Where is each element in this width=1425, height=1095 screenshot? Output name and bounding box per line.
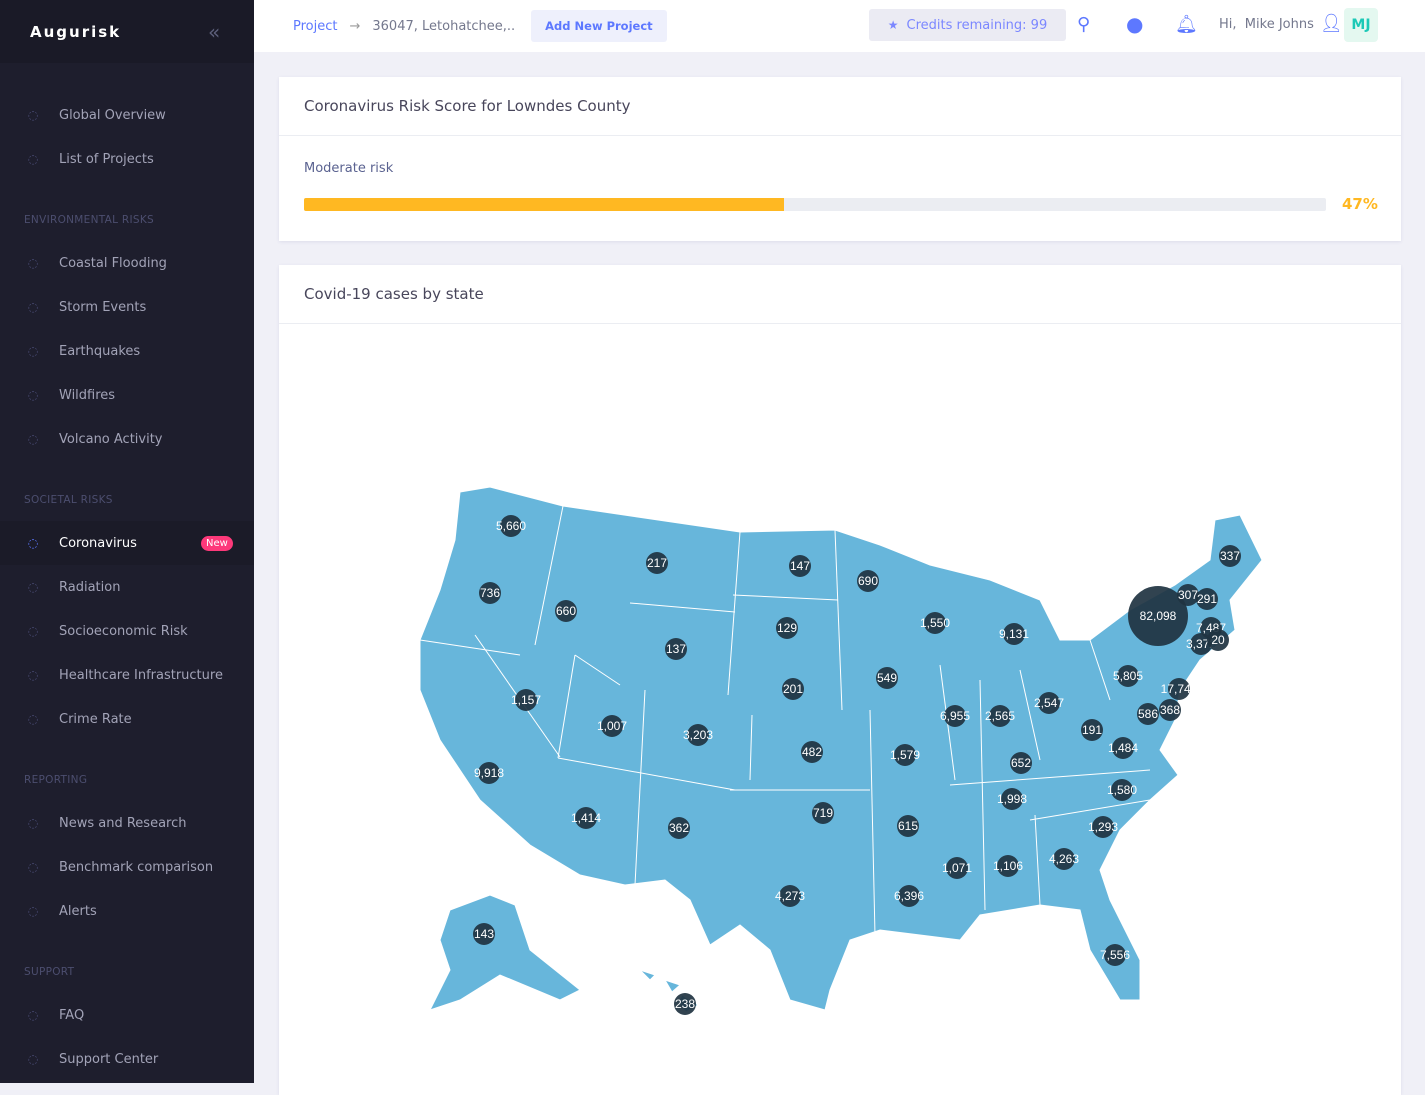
case-count-label: 9,918 [474, 766, 504, 780]
case-count-label: 147 [790, 559, 810, 573]
case-count-label: 5,805 [1113, 669, 1143, 683]
us-covid-map[interactable]: 5,660 736 660 217 147 690 137 129 1,157 9,918 1,00… [0, 0, 1425, 1083]
hawaii-1[interactable] [639, 969, 656, 981]
case-count-label: 137 [666, 642, 686, 656]
case-count-label: 217 [647, 556, 667, 570]
case-count-label: 719 [813, 806, 833, 820]
case-count-label: 1,293 [1088, 820, 1118, 834]
alaska[interactable] [429, 894, 581, 1011]
case-count-label: 2,565 [985, 709, 1015, 723]
case-count-label: 129 [777, 621, 797, 635]
case-count-label: 82,098 [1140, 609, 1177, 623]
case-count-label: 191 [1082, 723, 1102, 737]
case-count-label: 6,396 [894, 889, 924, 903]
case-count-label: 1,579 [890, 748, 920, 762]
case-count-label: 615 [898, 819, 918, 833]
case-count-label: 6,955 [940, 709, 970, 723]
hawaii-2[interactable] [663, 979, 681, 993]
case-count-label: 9,131 [999, 627, 1029, 641]
case-count-label: 1,071 [942, 861, 972, 875]
case-count-label: 1,007 [597, 719, 627, 733]
case-count-label: 652 [1011, 756, 1031, 770]
case-count-label: 17,743 [1161, 682, 1198, 696]
case-count-label: 143 [474, 927, 494, 941]
case-count-label: 307 [1178, 588, 1198, 602]
case-count-label: 1,550 [920, 616, 950, 630]
case-count-label: 4,263 [1049, 852, 1079, 866]
case-count-label: 238 [675, 997, 695, 1011]
case-count-label: 362 [669, 821, 689, 835]
case-count-label: 20 [1211, 633, 1225, 647]
case-count-label: 368 [1160, 703, 1180, 717]
case-count-label: 1,414 [571, 811, 601, 825]
case-count-label: 586 [1138, 707, 1158, 721]
case-count-label: 1,106 [993, 859, 1023, 873]
case-count-label: 201 [783, 682, 803, 696]
case-count-label: 5,660 [496, 519, 526, 533]
case-count-label: 660 [556, 604, 576, 618]
case-count-label: 1,157 [511, 693, 541, 707]
case-count-label: 4,273 [775, 889, 805, 903]
case-count-label: 1,998 [997, 792, 1027, 806]
case-count-label: 482 [802, 745, 822, 759]
case-count-label: 1,580 [1107, 783, 1137, 797]
case-count-label: 3,203 [683, 728, 713, 742]
case-count-label: 2,547 [1034, 696, 1064, 710]
case-count-label: 549 [877, 671, 897, 685]
case-count-label: 7,556 [1100, 948, 1130, 962]
case-count-label: 337 [1220, 549, 1240, 563]
case-count-label: 1,484 [1108, 741, 1138, 755]
case-count-label: 736 [480, 586, 500, 600]
case-count-label: 690 [858, 574, 878, 588]
case-count-label: 291 [1197, 592, 1217, 606]
